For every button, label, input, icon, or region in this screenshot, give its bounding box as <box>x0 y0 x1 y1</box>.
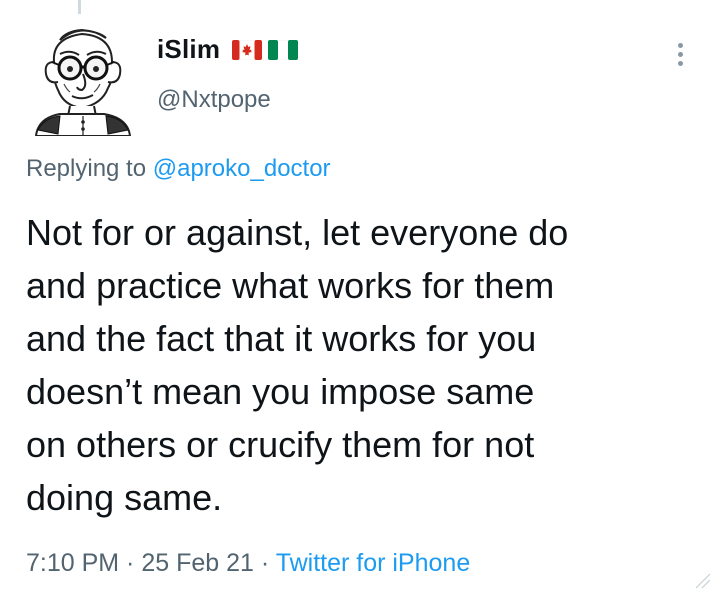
tweet-time[interactable]: 7:10 PM <box>26 549 119 577</box>
flag-emojis <box>232 39 299 60</box>
canada-flag-icon <box>232 39 263 60</box>
pope-sketch-avatar-icon <box>34 28 132 137</box>
tweet-text: Not for or against, let everyone do and … <box>26 206 696 524</box>
nigeria-flag-icon <box>268 39 299 60</box>
more-vertical-icon <box>677 42 683 48</box>
thread-connector-line <box>78 0 81 14</box>
corner-fold-icon <box>695 573 711 589</box>
avatar[interactable] <box>30 18 134 137</box>
tweet-text-line: Not for or against, let everyone do <box>26 212 569 253</box>
tweet-metadata: 7:10 PM · 25 Feb 21 · Twitter for iPhone <box>26 549 470 578</box>
more-vertical-icon <box>677 60 683 66</box>
meta-separator: · <box>253 549 276 577</box>
tweet-text-line: doing same. <box>26 477 223 518</box>
meta-separator: · <box>119 549 142 577</box>
display-name[interactable]: iSlim <box>157 34 220 65</box>
reply-prefix: Replying to <box>26 155 147 182</box>
tweet-text-line: and the fact that it works for you <box>26 318 537 359</box>
tweet-date[interactable]: 25 Feb 21 <box>141 549 254 577</box>
tweet-text-line: doesn’t mean you impose same <box>26 371 535 412</box>
reply-context: Replying to @aproko_doctor <box>26 155 331 183</box>
more-options-button[interactable] <box>662 36 698 72</box>
tweet-source-link[interactable]: Twitter for iPhone <box>276 549 471 577</box>
user-name-row: iSlim <box>157 34 299 65</box>
tweet-text-line: and practice what works for them <box>26 265 555 306</box>
reply-mention-link[interactable]: @aproko_doctor <box>153 155 331 182</box>
more-vertical-icon <box>677 51 683 57</box>
user-handle[interactable]: @Nxtpope <box>157 86 271 114</box>
tweet-text-line: on others or crucify them for not <box>26 424 535 465</box>
